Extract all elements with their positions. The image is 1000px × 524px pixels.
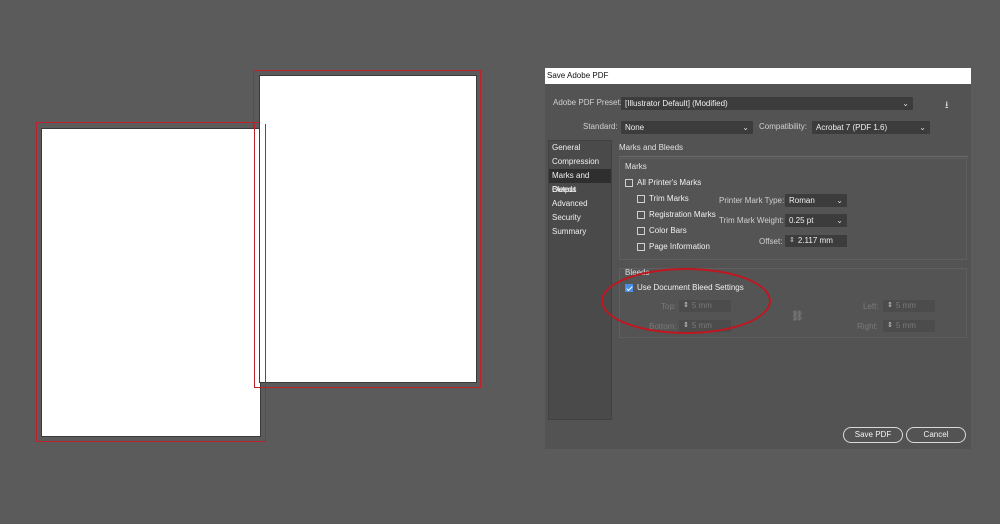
bleed-right-value: 5 mm (895, 321, 916, 330)
standard-dropdown[interactable]: None ⌄ (621, 121, 753, 134)
sidebar-item-general[interactable]: General (549, 141, 611, 155)
sidebar-item-marks-and-bleeds[interactable]: Marks and Bleeds (549, 169, 611, 194)
printer-mark-type-value: Roman (789, 196, 815, 205)
checkbox[interactable] (637, 210, 645, 219)
marks-group-title: Marks (625, 162, 647, 171)
checkbox[interactable] (637, 242, 645, 251)
chevron-down-icon: ⌄ (836, 216, 843, 225)
sidebar-item-compression[interactable]: Compression (549, 155, 611, 169)
bleed-left-value: 5 mm (895, 301, 916, 310)
chevron-down-icon: ⌄ (742, 123, 749, 132)
trim-marks-checkbox[interactable]: Trim Marks (637, 194, 689, 203)
color-bars-checkbox[interactable]: Color Bars (637, 226, 687, 235)
preset-dropdown[interactable]: [Illustrator Default] (Modified) ⌄ (621, 97, 913, 110)
chevron-down-icon: ⌄ (836, 196, 843, 205)
page-information-label: Page Information (649, 242, 710, 251)
link-icon[interactable]: ⛓ (791, 311, 804, 322)
compatibility-value: Acrobat 7 (PDF 1.6) (816, 123, 888, 132)
compatibility-dropdown[interactable]: Acrobat 7 (PDF 1.6) ⌄ (812, 121, 930, 134)
sidebar-item-summary[interactable]: Summary (549, 225, 611, 239)
chevron-down-icon: ⌄ (919, 123, 926, 132)
color-bars-label: Color Bars (649, 226, 687, 235)
bleed-right-field[interactable]: ⇕ 5 mm (883, 320, 935, 332)
trim-marks-label: Trim Marks (649, 194, 689, 203)
printer-mark-type-dropdown[interactable]: Roman ⌄ (785, 194, 847, 207)
stepper-icon: ⇕ (887, 302, 893, 309)
preset-label: Adobe PDF Preset: (553, 98, 622, 107)
bleed-right-label: Right: (857, 322, 878, 331)
sidebar-item-advanced[interactable]: Advanced (549, 197, 611, 211)
all-printers-marks-checkbox[interactable]: All Printer's Marks (625, 178, 701, 187)
sidebar-item-output[interactable]: Output (549, 183, 611, 197)
standard-label: Standard: (583, 122, 618, 131)
offset-value: 2.117 mm (797, 236, 833, 245)
bleed-left-label: Left: (863, 302, 879, 311)
stepper-icon[interactable]: ⇕ (789, 235, 795, 247)
save-preset-icon[interactable]: ⭳ (945, 98, 949, 115)
registration-marks-checkbox[interactable]: Registration Marks (637, 210, 716, 219)
cancel-button[interactable]: Cancel (906, 427, 966, 443)
save-pdf-button[interactable]: Save PDF (843, 427, 903, 443)
compatibility-label: Compatibility: (759, 122, 808, 131)
artboard-1-bleed-edge (254, 124, 266, 388)
trim-mark-weight-dropdown[interactable]: 0.25 pt ⌄ (785, 214, 847, 227)
registration-marks-label: Registration Marks (649, 210, 716, 219)
artboard-1[interactable] (41, 128, 261, 437)
trim-mark-weight-value: 0.25 pt (789, 216, 814, 225)
panel-title: Marks and Bleeds (619, 143, 684, 152)
category-sidebar: General Compression Marks and Bleeds Out… (548, 140, 612, 420)
offset-field[interactable]: ⇕ 2.117 mm (785, 235, 847, 247)
offset-label: Offset: (759, 237, 783, 246)
all-printers-marks-label: All Printer's Marks (637, 178, 702, 187)
trim-mark-weight-label: Trim Mark Weight: (719, 216, 784, 225)
standard-value: None (625, 123, 645, 132)
panel-divider (619, 156, 968, 157)
checkbox[interactable] (637, 226, 645, 235)
dialog-title: Save Adobe PDF (545, 68, 971, 84)
artboard-2[interactable] (259, 75, 477, 383)
page-information-checkbox[interactable]: Page Information (637, 242, 710, 251)
printer-mark-type-label: Printer Mark Type: (719, 196, 785, 205)
chevron-down-icon: ⌄ (902, 99, 909, 108)
checkbox[interactable] (625, 178, 633, 187)
save-pdf-dialog: Save Adobe PDF Adobe PDF Preset: [Illust… (545, 68, 971, 449)
bleed-left-field[interactable]: ⇕ 5 mm (883, 300, 935, 312)
checkbox[interactable] (637, 194, 645, 203)
sidebar-item-security[interactable]: Security (549, 211, 611, 225)
stepper-icon: ⇕ (887, 322, 893, 329)
preset-value: [Illustrator Default] (Modified) (625, 99, 728, 108)
highlight-circle (601, 268, 771, 334)
